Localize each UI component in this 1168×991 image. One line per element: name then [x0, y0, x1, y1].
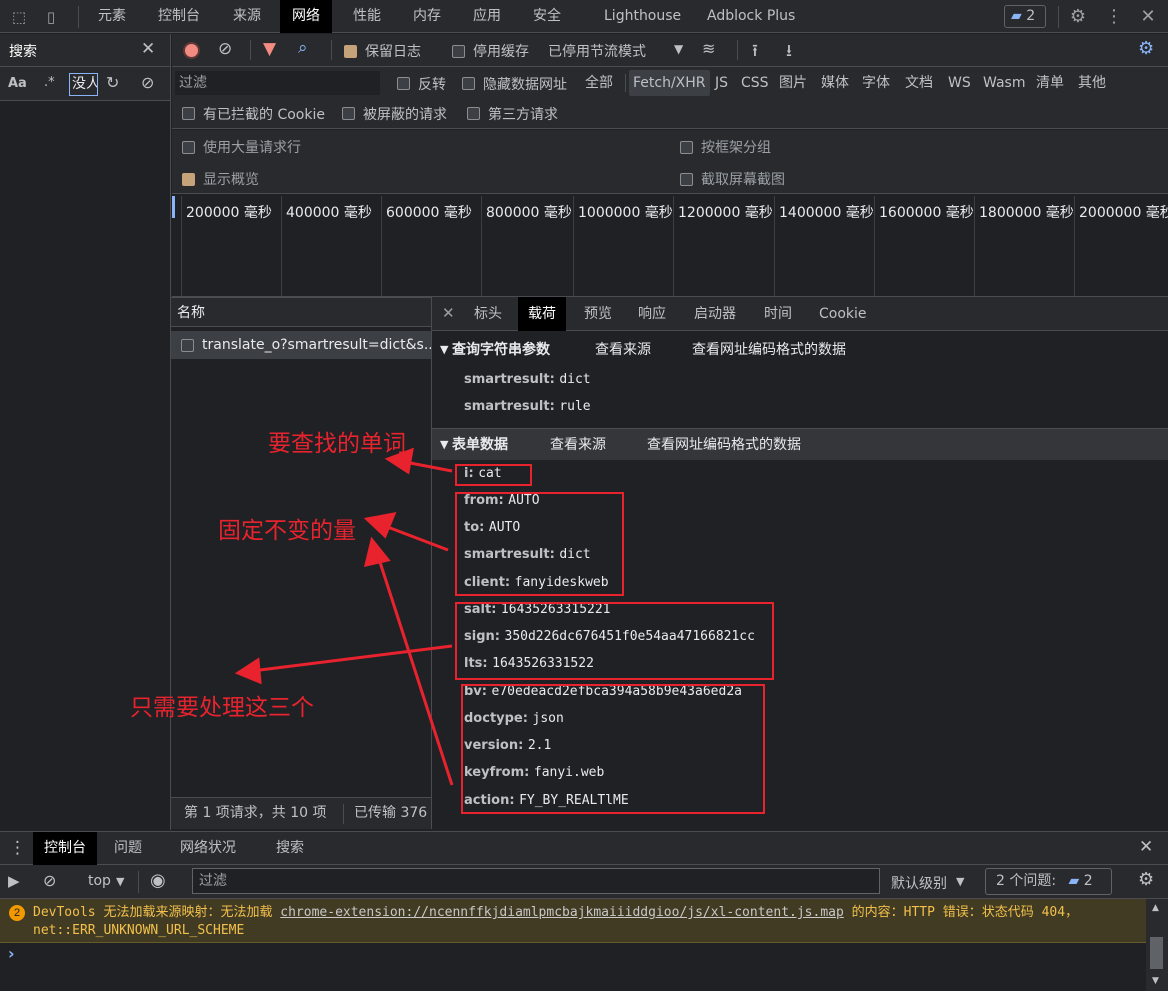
drawer-tab-search[interactable]: 搜索: [265, 832, 315, 865]
arrowhead-three: [234, 657, 262, 685]
drawer-tab-console[interactable]: 控制台: [33, 832, 97, 865]
console-warning-message: 2 DevTools 无法加载来源映射：无法加载 chrome-extensio…: [0, 899, 1146, 943]
issue-message-icon: ▰: [1068, 873, 1080, 889]
warning-count-badge: 2: [9, 905, 25, 921]
clear-console-icon[interactable]: ⊘: [43, 871, 56, 890]
scroll-up-icon[interactable]: ▲: [1152, 903, 1159, 913]
drawer-more-icon[interactable]: ⋮: [9, 838, 26, 858]
chevron-down-icon[interactable]: ▼: [116, 875, 124, 888]
arrow-line-word: [404, 460, 453, 473]
log-level-select[interactable]: 默认级别: [891, 873, 947, 893]
console-filter-input[interactable]: 过滤: [192, 868, 880, 894]
context-select[interactable]: top: [88, 873, 111, 889]
close-drawer-icon[interactable]: ✕: [1139, 837, 1153, 857]
chevron-down-icon[interactable]: ▼: [956, 875, 964, 888]
scroll-down-icon[interactable]: ▼: [1152, 976, 1159, 986]
drawer-tab-issues[interactable]: 问题: [103, 832, 153, 865]
console-settings-gear-icon[interactable]: ⚙: [1138, 869, 1154, 890]
console-toolbar: ▶ ⊘ top ▼ ◉ 过滤 默认级别 ▼ 2 个问题: ▰ 2 ⚙: [0, 865, 1168, 899]
arrowhead-fixed-1: [363, 512, 397, 539]
arrowhead-word: [384, 447, 414, 475]
console-prompt[interactable]: ›: [8, 944, 15, 963]
issues-label: 2 个问题:: [996, 873, 1057, 889]
issues-button[interactable]: 2 个问题: ▰ 2: [985, 868, 1112, 895]
eye-icon[interactable]: ◉: [150, 870, 166, 891]
issues-count: 2: [1083, 873, 1093, 889]
sidebar-toggle-icon[interactable]: ▶: [8, 872, 20, 890]
drawer-tab-network-conditions[interactable]: 网络状况: [169, 832, 247, 865]
drawer-tabbar: ⋮ 控制台 问题 网络状况 搜索 ✕: [0, 831, 1168, 865]
arrow-line-fixed-1: [384, 524, 449, 552]
warning-text-prefix: DevTools 无法加载来源映射：无法加载: [33, 905, 281, 920]
arrow-line-three: [259, 644, 453, 672]
scrollbar-thumb[interactable]: [1150, 937, 1163, 969]
divider: [138, 871, 139, 893]
console-scrollbar[interactable]: ▲ ▼: [1146, 899, 1168, 991]
arrow-line-fixed-2: [376, 555, 454, 786]
arrowhead-fixed-2: [363, 536, 391, 567]
warning-source-link[interactable]: chrome-extension://ncennffkjdiamlpmcbajk…: [280, 905, 844, 920]
